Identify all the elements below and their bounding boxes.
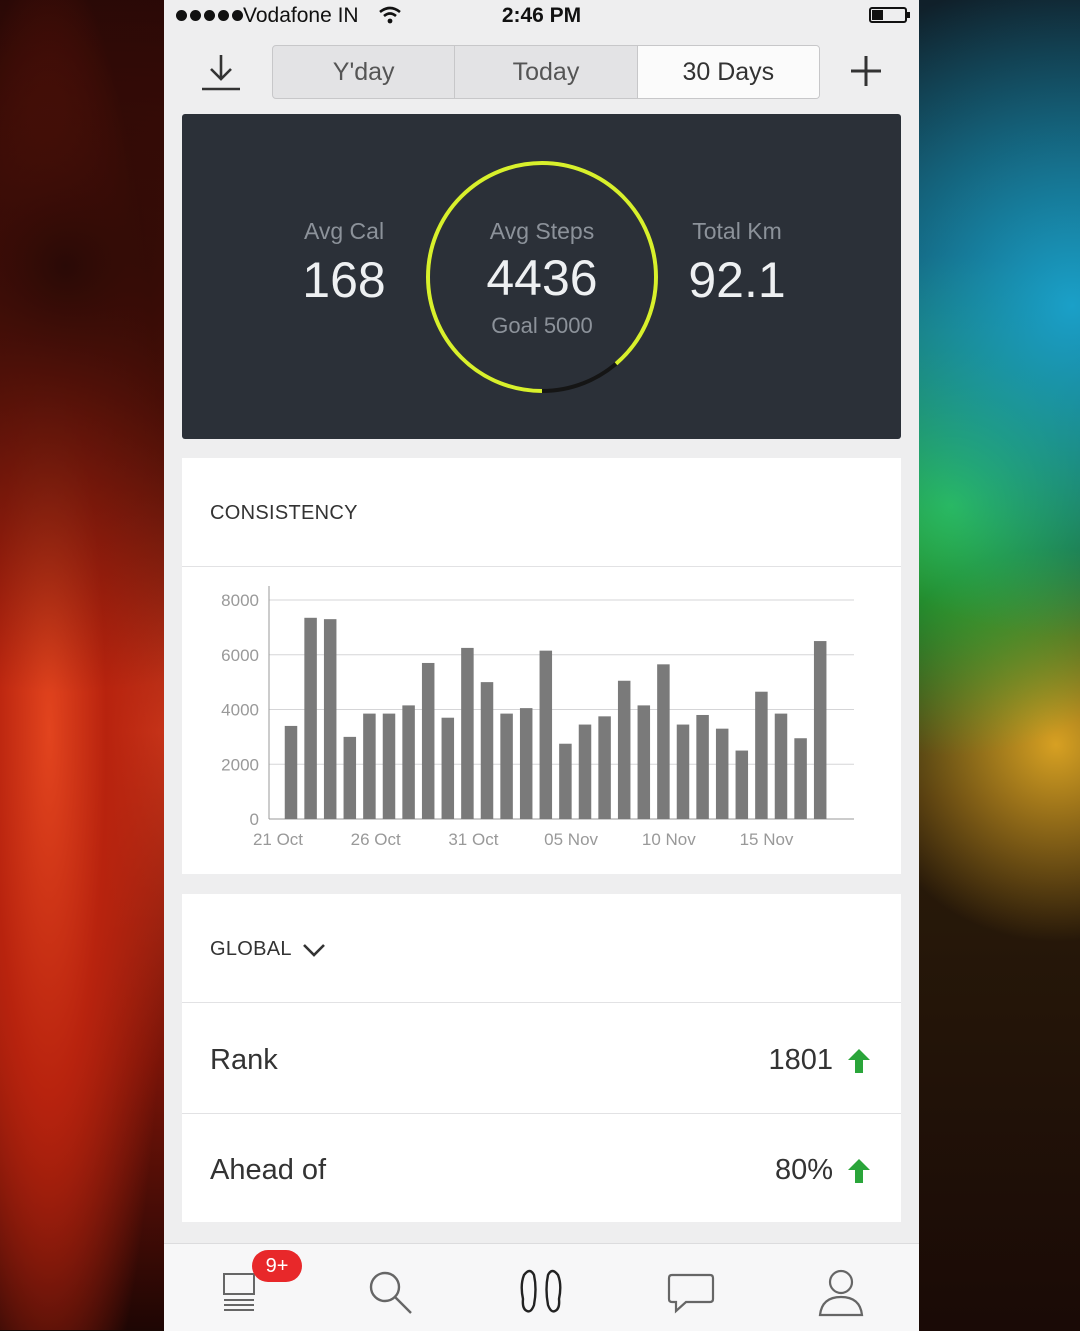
status-time: 2:46 PM (501, 4, 582, 27)
plus-icon[interactable] (841, 46, 891, 96)
chart-bar (519, 708, 533, 819)
chart-bar (559, 743, 572, 819)
tab-messages[interactable] (661, 1262, 721, 1322)
global-card: GLOBAL Rank 1801 Ahead of 80% (182, 894, 901, 1222)
bottom-tab-bar: 9+ (164, 1243, 919, 1331)
chevron-down-icon (302, 943, 325, 957)
y-tick-label: 8000 (221, 591, 259, 610)
chart-bar (637, 705, 651, 819)
chart-bar (598, 716, 611, 819)
tab-today[interactable]: Today (455, 46, 638, 98)
x-tick-label: 15 Nov (740, 830, 794, 849)
chart-bar (617, 680, 631, 819)
notification-badge: 9+ (252, 1250, 302, 1282)
chart-bar (363, 713, 376, 819)
chart-bar (735, 750, 749, 819)
chart-bar (402, 705, 415, 819)
wallpaper-right (919, 0, 1080, 1330)
global-dropdown[interactable]: GLOBAL (210, 938, 326, 961)
arrow-up-icon (848, 1049, 870, 1073)
tab-activity[interactable] (511, 1262, 571, 1322)
total-km-value: 92.1 (688, 252, 786, 308)
x-tick-label: 26 Oct (351, 830, 401, 849)
chart-bar (715, 728, 729, 819)
x-tick-label: 21 Oct (253, 830, 303, 849)
avg-steps-label: Avg Steps (489, 218, 595, 244)
y-tick-label: 2000 (221, 755, 259, 774)
chart-bar (657, 664, 670, 819)
rank-value: 1801 (768, 1044, 833, 1076)
x-tick-label: 31 Oct (448, 830, 498, 849)
tab-profile[interactable] (811, 1262, 871, 1322)
chart-bar (421, 662, 435, 819)
chart-bar (696, 714, 709, 819)
x-tick-label: 10 Nov (642, 830, 696, 849)
x-tick-label: 05 Nov (544, 830, 598, 849)
consistency-card: CONSISTENCY 0 2000 4000 6000 8000 21 Oct 26 Oc… (182, 458, 901, 874)
arrow-up-icon (848, 1159, 870, 1183)
profile-icon (818, 1269, 864, 1317)
rank-label: Rank (210, 1044, 278, 1076)
top-toolbar: Y'day Today 30 Days (164, 34, 919, 110)
global-title: GLOBAL (210, 938, 292, 960)
y-tick-label: 0 (250, 810, 259, 829)
ahead-of-label: Ahead of (210, 1154, 327, 1186)
chart-bar (813, 641, 827, 819)
avg-steps-stat: Avg Steps 4436 Goal 5000 (423, 158, 661, 339)
chart-bar (284, 725, 298, 819)
chart-bar (343, 736, 357, 819)
avg-cal-stat: Avg Cal 168 (274, 218, 414, 309)
battery-icon (869, 7, 910, 23)
y-tick-label: 4000 (221, 701, 259, 720)
status-bar: Vodafone IN 2:46 PM (164, 0, 919, 34)
chart-bar (480, 682, 494, 819)
chart-bar (794, 738, 807, 819)
row-divider (182, 1113, 901, 1114)
card-divider (182, 566, 901, 567)
tab-search[interactable] (360, 1262, 420, 1322)
chart-bar (461, 647, 474, 819)
tab-yesterday[interactable]: Y'day (273, 46, 456, 98)
total-km-stat: Total Km 92.1 (667, 218, 807, 309)
card-divider (182, 1002, 901, 1003)
period-segmented-control: Y'day Today 30 Days (272, 45, 820, 99)
chart-bar (323, 619, 337, 819)
chart-bar (755, 691, 768, 819)
avg-cal-value: 168 (302, 252, 386, 308)
chart-bar (774, 713, 788, 819)
chart-bar (578, 724, 592, 819)
activity-summary: Avg Cal 168 Avg Steps 4436 Goal 5000 Tot… (182, 114, 901, 439)
chart-bar (539, 650, 553, 819)
footsteps-icon (520, 1269, 562, 1313)
chat-icon (667, 1273, 715, 1314)
chart-bar (676, 724, 690, 819)
total-km-label: Total Km (692, 218, 782, 244)
search-icon (369, 1271, 412, 1314)
steps-goal: Goal 5000 (491, 313, 593, 338)
y-tick-label: 6000 (221, 646, 259, 665)
download-icon[interactable] (196, 46, 246, 96)
chart-bar (382, 713, 396, 819)
chart-bar (304, 617, 317, 819)
phone-screen: Vodafone IN 2:46 PM Y'day Today 30 Days (164, 0, 919, 1331)
avg-steps-value: 4436 (486, 250, 598, 306)
chart-bar (441, 717, 455, 819)
chart-bar (500, 713, 513, 819)
ahead-of-value: 80% (774, 1154, 833, 1186)
tab-30-days[interactable]: 30 Days (637, 46, 819, 98)
consistency-title: CONSISTENCY (210, 502, 358, 524)
steps-bar-chart: 0 2000 4000 6000 8000 21 Oct 26 Oct 31 Oct 05 No… (221, 586, 854, 849)
avg-cal-label: Avg Cal (303, 218, 385, 244)
wallpaper-left (0, 0, 164, 1330)
